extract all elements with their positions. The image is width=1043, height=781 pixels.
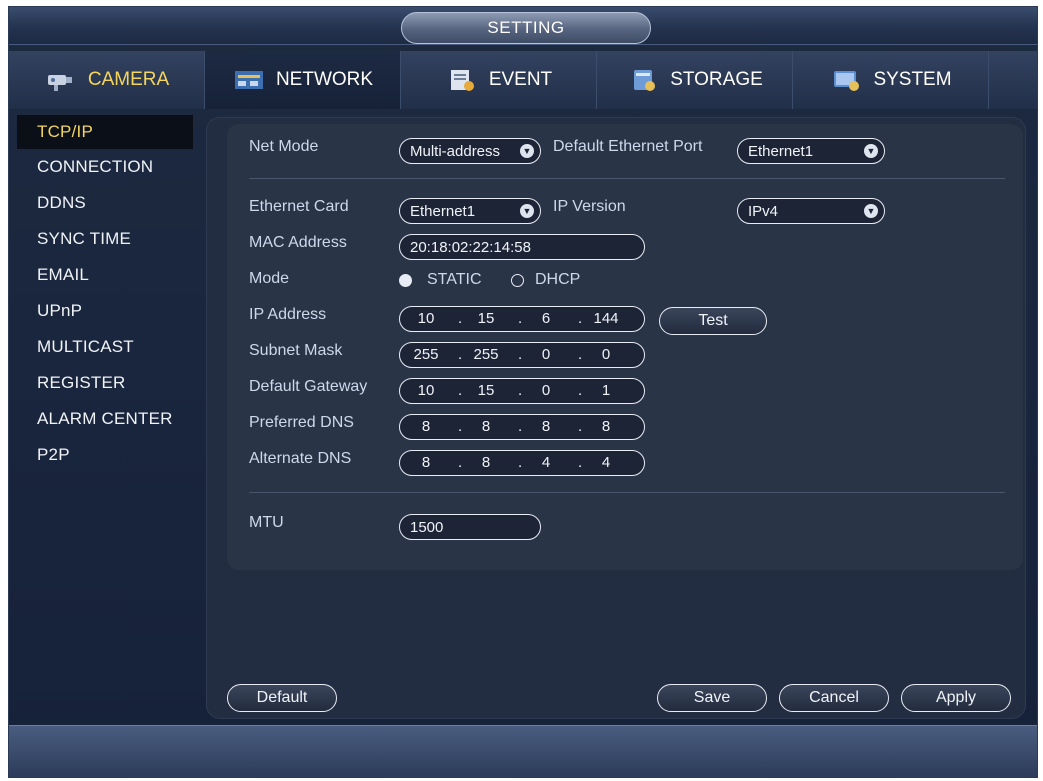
tab-camera[interactable]: CAMERA — [9, 51, 205, 109]
subnet-mask-label: Subnet Mask — [249, 342, 343, 359]
status-bar — [9, 725, 1037, 777]
tab-event[interactable]: EVENT — [401, 51, 597, 109]
default-gateway-label: Default Gateway — [249, 378, 368, 395]
event-icon — [445, 67, 479, 93]
chevron-down-icon: ▼ — [520, 204, 534, 218]
chevron-down-icon: ▼ — [864, 144, 878, 158]
dhcp-radio[interactable] — [511, 274, 524, 287]
mac-address-field: 20:18:02:22:14:58 — [399, 234, 645, 260]
net-mode-label: Net Mode — [249, 138, 319, 155]
form-area: Net Mode Multi-address ▼ Default Etherne… — [227, 124, 1023, 570]
divider — [249, 178, 1005, 179]
sidebar-item-multicast[interactable]: MULTICAST — [9, 329, 209, 365]
ip-address-label: IP Address — [249, 306, 327, 323]
preferred-dns-field[interactable]: 8 . 8 . 8 . 8 — [399, 414, 645, 440]
sidebar: TCP/IP CONNECTION DDNS SYNC TIME EMAIL U… — [9, 111, 209, 721]
mtu-label: MTU — [249, 514, 284, 531]
sidebar-item-alarm-center[interactable]: ALARM CENTER — [9, 401, 209, 437]
ip-version-select[interactable]: IPv4 ▼ — [737, 198, 885, 224]
save-button[interactable]: Save — [657, 684, 767, 712]
default-port-label: Default Ethernet Port — [553, 138, 703, 155]
sidebar-item-ddns[interactable]: DDNS — [9, 185, 209, 221]
title-bar: SETTING — [9, 7, 1037, 45]
mtu-input[interactable]: 1500 — [399, 514, 541, 540]
system-icon — [829, 67, 863, 93]
ip-address-field[interactable]: 10 . 15 . 6 . 144 — [399, 306, 645, 332]
tab-system[interactable]: SYSTEM — [793, 51, 989, 109]
sidebar-item-register[interactable]: REGISTER — [9, 365, 209, 401]
tab-network[interactable]: NETWORK — [205, 51, 401, 109]
test-button[interactable]: Test — [659, 307, 767, 335]
ip-version-label: IP Version — [553, 198, 626, 215]
apply-button[interactable]: Apply — [901, 684, 1011, 712]
default-button[interactable]: Default — [227, 684, 337, 712]
settings-window: SETTING CAMERA NETWORK EVENT STORAGE SYS… — [8, 6, 1038, 778]
ethernet-card-label: Ethernet Card — [249, 198, 349, 215]
default-port-select[interactable]: Ethernet1 ▼ — [737, 138, 885, 164]
divider — [249, 492, 1005, 493]
sidebar-item-p2p[interactable]: P2P — [9, 437, 209, 473]
static-label: STATIC — [427, 271, 482, 288]
sidebar-item-sync-time[interactable]: SYNC TIME — [9, 221, 209, 257]
storage-icon — [626, 67, 660, 93]
mac-address-label: MAC Address — [249, 234, 347, 251]
default-gateway-field[interactable]: 10 . 15 . 0 . 1 — [399, 378, 645, 404]
mode-group: STATIC DHCP — [399, 271, 659, 290]
tab-storage[interactable]: STORAGE — [597, 51, 793, 109]
ethernet-card-select[interactable]: Ethernet1 ▼ — [399, 198, 541, 224]
sidebar-item-email[interactable]: EMAIL — [9, 257, 209, 293]
cancel-button[interactable]: Cancel — [779, 684, 889, 712]
tab-bar: CAMERA NETWORK EVENT STORAGE SYSTEM — [9, 51, 1037, 109]
chevron-down-icon: ▼ — [520, 144, 534, 158]
alternate-dns-label: Alternate DNS — [249, 450, 352, 467]
sidebar-item-connection[interactable]: CONNECTION — [9, 149, 209, 185]
window-title: SETTING — [401, 12, 651, 44]
mode-label: Mode — [249, 270, 290, 287]
chevron-down-icon: ▼ — [864, 204, 878, 218]
static-radio[interactable] — [399, 274, 412, 287]
content-panel: Net Mode Multi-address ▼ Default Etherne… — [206, 117, 1026, 719]
net-mode-select[interactable]: Multi-address ▼ — [399, 138, 541, 164]
sidebar-item-upnp[interactable]: UPnP — [9, 293, 209, 329]
preferred-dns-label: Preferred DNS — [249, 414, 354, 431]
dhcp-label: DHCP — [535, 271, 581, 288]
camera-icon — [44, 67, 78, 93]
alternate-dns-field[interactable]: 8 . 8 . 4 . 4 — [399, 450, 645, 476]
subnet-mask-field[interactable]: 255 . 255 . 0 . 0 — [399, 342, 645, 368]
sidebar-item-tcpip[interactable]: TCP/IP — [17, 115, 193, 149]
network-icon — [232, 67, 266, 93]
